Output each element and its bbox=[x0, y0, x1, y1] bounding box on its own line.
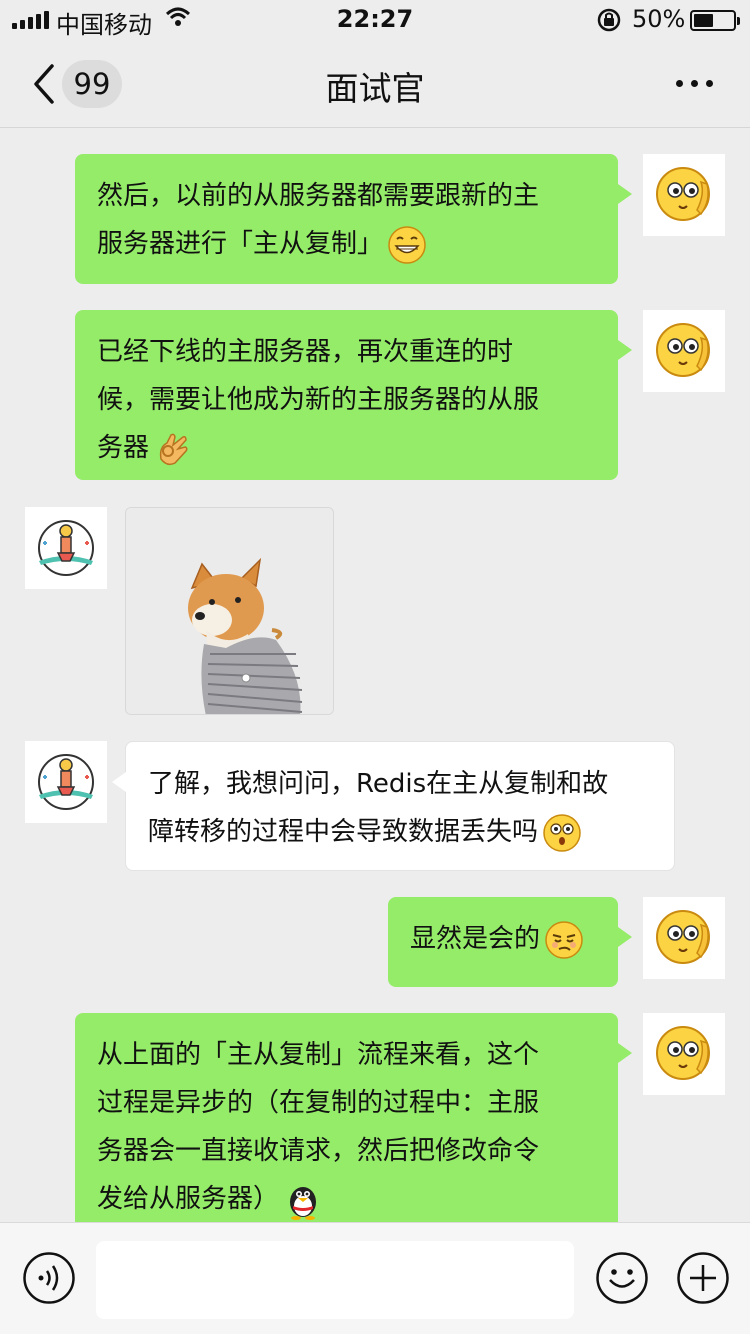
rotation-lock-icon bbox=[596, 8, 622, 38]
message-text: 显然是会的 bbox=[410, 924, 541, 954]
smiley-icon[interactable] bbox=[595, 1251, 649, 1309]
message-text: 了解，我想问问，Redis在主从复制和故 bbox=[148, 769, 609, 799]
battery-icon bbox=[690, 10, 740, 31]
message-bubble[interactable]: 已经下线的主服务器，再次重连的时 候，需要让他成为新的主服务器的从服 务器 bbox=[75, 310, 632, 480]
message-bubble[interactable]: 了解，我想问问，Redis在主从复制和故 障转移的过程中会导致数据丢失吗 bbox=[112, 741, 675, 871]
chat-message-list[interactable]: 然后，以前的从服务器都需要跟新的主 服务器进行「主从复制」 已经下线的主服务器，… bbox=[0, 129, 750, 1222]
plus-icon[interactable] bbox=[676, 1251, 730, 1309]
message-text: 候，需要让他成为新的主服务器的从服 bbox=[97, 385, 540, 415]
shiba-dog-photo[interactable] bbox=[125, 507, 334, 715]
message-text: 务器会一直接收请求，然后把修改命令 bbox=[97, 1136, 540, 1166]
message-text: 发给从服务器） bbox=[97, 1184, 280, 1214]
message-bubble[interactable]: 显然是会的 bbox=[388, 897, 632, 987]
contact-avatar[interactable] bbox=[25, 507, 107, 589]
nav-bar: 99 面试官 bbox=[0, 40, 750, 128]
my-avatar[interactable] bbox=[643, 154, 725, 236]
message-input[interactable] bbox=[96, 1241, 574, 1319]
chat-title: 面试官 bbox=[325, 69, 425, 108]
dizzy-face-emoji-icon bbox=[542, 813, 582, 853]
input-bar bbox=[0, 1222, 750, 1334]
message-bubble[interactable]: 从上面的「主从复制」流程来看，这个 过程是异步的（在复制的过程中：主服 务器会一… bbox=[75, 1013, 632, 1222]
grin-emoji-icon bbox=[387, 225, 427, 265]
message-text: 服务器进行「主从复制」 bbox=[97, 229, 384, 259]
message-text: 从上面的「主从复制」流程来看，这个 bbox=[97, 1040, 540, 1070]
battery-percent: 50% bbox=[632, 5, 686, 33]
message-text: 障转移的过程中会导致数据丢失吗 bbox=[148, 817, 539, 847]
ok-hand-emoji-icon bbox=[153, 429, 193, 469]
contact-avatar[interactable] bbox=[25, 741, 107, 823]
message-text: 然后，以前的从服务器都需要跟新的主 bbox=[97, 181, 540, 211]
my-avatar[interactable] bbox=[643, 310, 725, 392]
status-bar: 中国移动 22:27 50% bbox=[0, 0, 750, 40]
my-avatar[interactable] bbox=[643, 897, 725, 979]
voice-icon[interactable] bbox=[22, 1251, 76, 1309]
message-text: 已经下线的主服务器，再次重连的时 bbox=[97, 337, 514, 367]
message-text: 务器 bbox=[97, 433, 150, 463]
my-avatar[interactable] bbox=[643, 1013, 725, 1095]
penguin-emoji-icon bbox=[283, 1180, 323, 1220]
smirk-emoji-icon bbox=[544, 920, 584, 960]
message-text: 过程是异步的（在复制的过程中：主服 bbox=[97, 1088, 540, 1118]
message-bubble[interactable]: 然后，以前的从服务器都需要跟新的主 服务器进行「主从复制」 bbox=[75, 154, 632, 284]
ellipsis-icon[interactable] bbox=[676, 80, 713, 87]
